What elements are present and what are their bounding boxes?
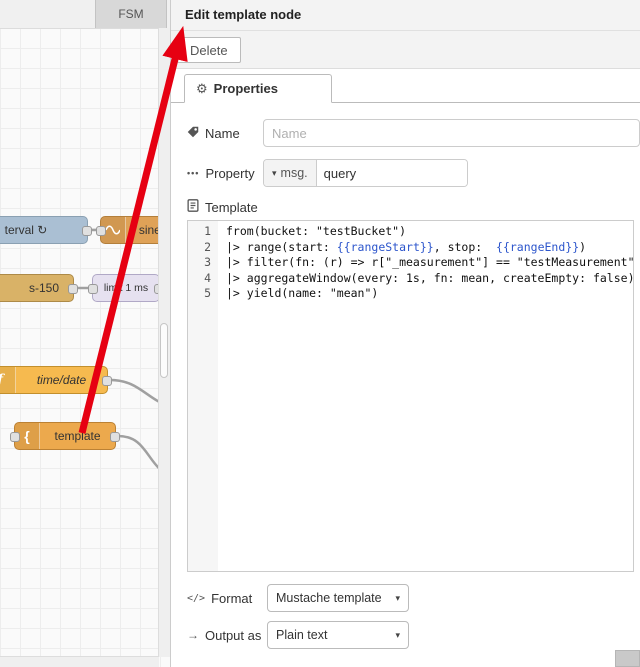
workspace-tab-fsm[interactable]: FSM — [95, 0, 167, 28]
arrow-right-icon: → — [187, 628, 199, 642]
format-row: </> Format Mustache template ▾ — [187, 584, 640, 612]
tab-properties[interactable]: ⚙ Properties — [184, 74, 332, 103]
node-template[interactable]: { template — [10, 422, 120, 450]
template-label: Template — [187, 199, 640, 215]
property-label: ••• Property — [187, 165, 255, 181]
name-row: Name — [187, 119, 640, 147]
output-select-value: Plain text — [276, 628, 328, 642]
resize-grip[interactable] — [615, 650, 640, 667]
code-gutter: 12345 — [188, 221, 218, 571]
scrollbar-thumb[interactable] — [160, 323, 168, 378]
output-select[interactable]: Plain text ▾ — [267, 621, 409, 649]
input-port[interactable] — [10, 432, 20, 442]
name-input[interactable] — [263, 119, 640, 147]
template-doc-icon — [187, 199, 199, 215]
output-port[interactable] — [102, 376, 112, 386]
workspace-tab-label: FSM — [118, 7, 144, 21]
edit-node-panel: Edit template node Delete ⚙ Properties N… — [170, 0, 640, 667]
node-limit[interactable]: limit 1 ms — [88, 274, 164, 302]
property-type-label: msg. — [280, 166, 308, 180]
output-row: → Output as Plain text ▾ — [187, 621, 640, 649]
flow-canvas[interactable]: terval ↻ sineW s-150 limit 1 ms f time/d… — [0, 0, 170, 667]
chevron-down-icon: ▾ — [395, 592, 400, 603]
delete-button[interactable]: Delete — [177, 37, 241, 63]
code-brackets-icon: </> — [187, 592, 206, 604]
format-label: </> Format — [187, 590, 253, 606]
wires-layer — [76, 228, 170, 478]
function-icon: f — [0, 367, 16, 393]
screen: terval ↻ sineW s-150 limit 1 ms f time/d… — [0, 0, 640, 667]
canvas-vertical-scrollbar[interactable] — [158, 28, 170, 657]
node-interval[interactable]: terval ↻ — [0, 216, 92, 244]
input-port[interactable] — [88, 284, 98, 294]
node-timedate[interactable]: f time/date — [0, 366, 112, 394]
canvas-horizontal-scrollbar[interactable] — [0, 656, 159, 667]
input-port[interactable] — [96, 226, 106, 236]
format-select-value: Mustache template — [276, 591, 382, 605]
tab-properties-label: Properties — [213, 81, 278, 96]
panel-tabrow: ⚙ Properties — [171, 69, 640, 103]
node-s150[interactable]: s-150 — [0, 274, 78, 302]
workspace-tabbar: FSM — [0, 0, 170, 29]
panel-title: Edit template node — [171, 0, 640, 31]
chevron-down-icon: ▾ — [272, 167, 277, 178]
property-type-button[interactable]: ▾ msg. — [264, 160, 317, 186]
panel-button-row: Delete — [171, 31, 640, 69]
node-label: s-150 — [28, 281, 59, 295]
name-label: Name — [187, 126, 263, 141]
edit-form: Name ••• Property ▾ msg. — [171, 103, 640, 649]
output-label: → Output as — [187, 627, 262, 643]
property-value-input[interactable] — [316, 160, 467, 186]
node-label: time/date — [36, 373, 87, 387]
node-label: limit 1 ms — [103, 282, 149, 294]
property-row: ••• Property ▾ msg. — [187, 159, 640, 187]
output-port[interactable] — [68, 284, 78, 294]
gear-icon: ⚙ — [196, 80, 208, 96]
template-code-editor[interactable]: 12345 from(bucket: "testBucket") |> range… — [187, 220, 634, 572]
property-typed-input: ▾ msg. — [263, 159, 468, 187]
tag-icon — [187, 126, 199, 141]
output-port[interactable] — [82, 226, 92, 236]
format-select[interactable]: Mustache template ▾ — [267, 584, 409, 612]
output-port[interactable] — [110, 432, 120, 442]
chevron-down-icon: ▾ — [395, 629, 400, 640]
code-lines: from(bucket: "testBucket") |> range(start… — [226, 224, 633, 300]
ellipsis-icon: ••• — [187, 168, 200, 178]
node-label: terval ↻ — [4, 223, 48, 237]
node-label: template — [54, 429, 101, 443]
